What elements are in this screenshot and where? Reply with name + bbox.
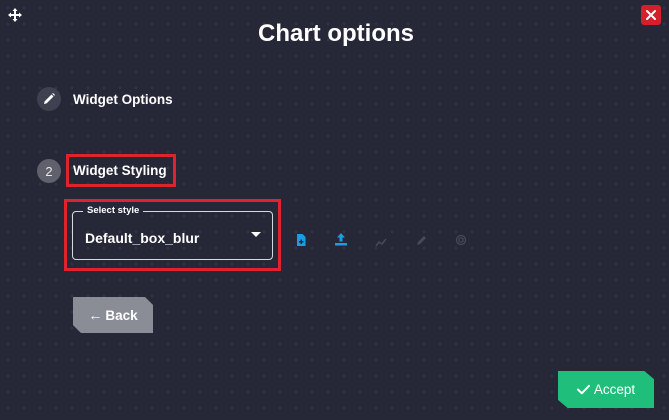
step-number-badge: 2 <box>37 159 61 183</box>
style-select[interactable]: Select style Default_box_blur <box>72 205 273 260</box>
pencil-icon <box>37 87 61 111</box>
caret-down-icon <box>251 232 261 237</box>
step-label: Widget Options <box>73 91 173 107</box>
chart-icon[interactable] <box>374 234 388 248</box>
upload-icon[interactable] <box>334 232 348 246</box>
back-button[interactable]: ← Back <box>73 297 153 333</box>
style-select-highlight: Select style Default_box_blur <box>64 199 281 271</box>
style-select-value: Default_box_blur <box>85 230 200 246</box>
arrow-left-icon: ← <box>88 307 103 323</box>
step-widget-options[interactable]: Widget Options <box>37 87 173 111</box>
new-file-icon[interactable] <box>294 233 308 247</box>
accept-button[interactable]: Accept <box>558 371 654 408</box>
check-icon <box>576 384 590 395</box>
back-button-label: Back <box>105 307 138 323</box>
style-select-label: Select style <box>83 205 144 217</box>
step-widget-styling[interactable]: Widget Styling <box>66 154 176 187</box>
edit-icon[interactable] <box>414 234 428 248</box>
dialog-title: Chart options <box>258 20 414 47</box>
step-label: Widget Styling <box>73 163 167 178</box>
fingerprint-icon[interactable] <box>454 233 468 247</box>
accept-button-label: Accept <box>593 382 636 397</box>
